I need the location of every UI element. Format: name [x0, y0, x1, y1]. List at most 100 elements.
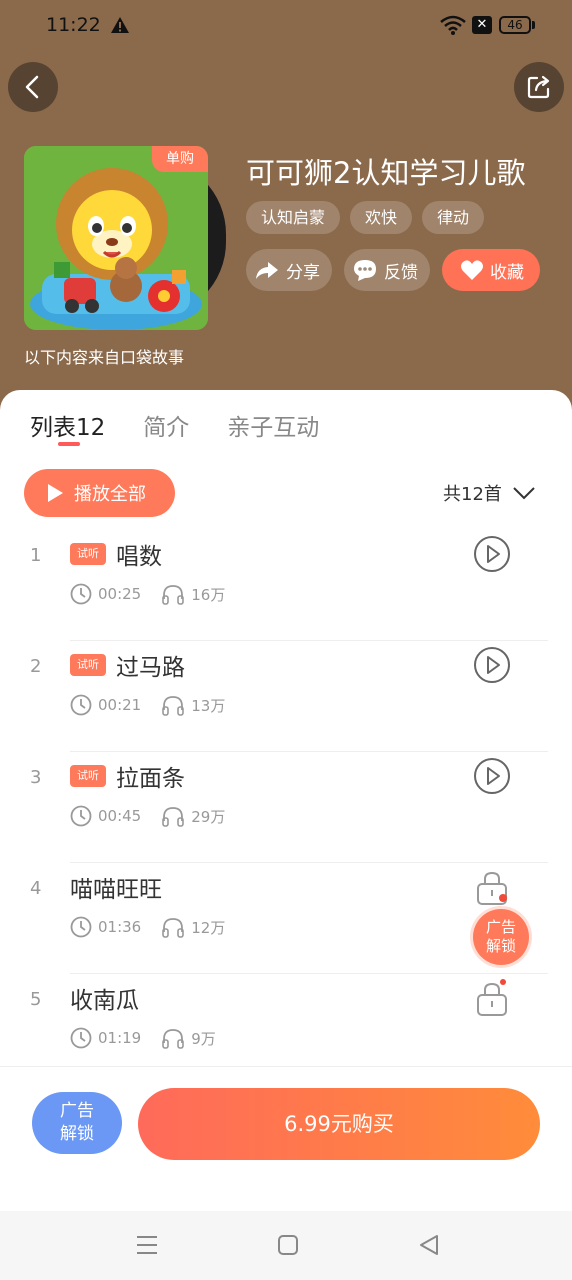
- track-title: 过马路: [116, 655, 185, 681]
- tag-chip[interactable]: 律动: [422, 201, 485, 234]
- track-plays: 12万: [191, 918, 226, 937]
- battery-indicator: 46: [499, 16, 531, 34]
- status-bar: 11:22 ✕ 46: [0, 0, 572, 50]
- row-divider: [70, 640, 548, 641]
- system-nav-bar: [0, 1211, 572, 1280]
- clock-icon: [70, 583, 92, 605]
- feedback-label: 反馈: [384, 262, 418, 283]
- lion-cartoon-image: [24, 146, 208, 330]
- purchase-panel: 广告 解锁 6.99元购买: [0, 1066, 572, 1211]
- track-plays: 16万: [191, 585, 226, 604]
- trial-badge: 试听: [70, 765, 106, 787]
- float-ad-line2: 解锁: [485, 937, 516, 955]
- ad-unlock-line1: 广告: [60, 1101, 94, 1121]
- single-purchase-badge: 单购: [152, 146, 208, 172]
- headphones-icon: [162, 1029, 185, 1049]
- track-duration: 00:21: [98, 696, 142, 714]
- track-row[interactable]: 3 试听 拉面条 00:45 29万: [0, 753, 572, 863]
- track-plays: 29万: [191, 807, 226, 826]
- battery-tip: [532, 21, 535, 29]
- album-cover: [24, 146, 208, 330]
- share-arrow-icon: [256, 262, 278, 279]
- tab-intro[interactable]: 简介: [143, 408, 189, 442]
- row-divider: [70, 973, 548, 974]
- sim-icon: ✕: [472, 16, 492, 34]
- track-number: 4: [30, 878, 42, 899]
- clock-icon: [70, 694, 92, 716]
- track-meta: 00:25 16万: [70, 583, 245, 605]
- back-icon: [25, 75, 39, 99]
- play-triangle-icon: [48, 484, 63, 502]
- clock-icon: [70, 1027, 92, 1049]
- headphones-icon: [162, 918, 185, 938]
- track-number: 5: [30, 989, 42, 1010]
- track-meta: 00:21 13万: [70, 694, 245, 716]
- tag-chip[interactable]: 欢快: [350, 201, 413, 234]
- track-title: 拉面条: [116, 766, 185, 792]
- wifi-icon: [440, 15, 466, 35]
- favorite-label: 收藏: [490, 262, 524, 283]
- ad-unlock-line2: 解锁: [60, 1124, 94, 1144]
- share-label: 分享: [286, 262, 320, 283]
- track-meta: 00:45 29万: [70, 805, 245, 827]
- album-actions: 分享 反馈 收藏: [246, 249, 540, 291]
- trial-badge: 试听: [70, 543, 106, 565]
- lock-icon[interactable]: [473, 868, 511, 906]
- menu-icon[interactable]: [135, 1233, 159, 1257]
- favorite-button[interactable]: 收藏: [442, 249, 540, 291]
- track-duration: 00:45: [98, 807, 142, 825]
- tab-parent-child[interactable]: 亲子互动: [227, 408, 319, 442]
- track-plays: 9万: [191, 1029, 216, 1048]
- tab-active-indicator: [58, 442, 80, 446]
- track-duration: 00:25: [98, 585, 142, 603]
- album-title: 可可狮2认知学习儿歌: [246, 156, 526, 190]
- tag-list: 认知启蒙 欢快 律动: [246, 201, 485, 234]
- home-square-icon[interactable]: [276, 1233, 300, 1257]
- track-number: 2: [30, 656, 42, 677]
- track-duration: 01:36: [98, 918, 142, 936]
- share-out-icon: [527, 75, 550, 99]
- play-circle-icon[interactable]: [473, 757, 511, 795]
- track-count: 共12首: [443, 484, 502, 505]
- float-ad-line1: 广告: [485, 918, 516, 936]
- play-circle-icon[interactable]: [473, 535, 511, 573]
- chevron-down-icon: [513, 487, 535, 500]
- track-row[interactable]: 1 试听 唱数 00:25 16万: [0, 531, 572, 641]
- track-count-selector[interactable]: 共12首: [443, 480, 536, 506]
- back-triangle-icon[interactable]: [417, 1233, 441, 1257]
- share-top-button[interactable]: [514, 62, 564, 112]
- clock-icon: [70, 805, 92, 827]
- feedback-icon: [354, 260, 376, 281]
- tag-chip[interactable]: 认知启蒙: [246, 201, 341, 234]
- clock-icon: [70, 916, 92, 938]
- headphones-icon: [162, 696, 185, 716]
- buy-button[interactable]: 6.99元购买: [138, 1088, 540, 1160]
- track-duration: 01:19: [98, 1029, 142, 1047]
- headphones-icon: [162, 585, 185, 605]
- row-divider: [70, 751, 548, 752]
- content-source-text: 以下内容来自口袋故事: [24, 348, 185, 367]
- play-circle-icon[interactable]: [473, 646, 511, 684]
- play-all-label: 播放全部: [74, 484, 146, 505]
- track-row[interactable]: 2 试听 过马路 00:21 13万: [0, 642, 572, 752]
- track-title: 喵喵旺旺: [70, 877, 162, 903]
- play-all-button[interactable]: 播放全部: [24, 469, 175, 517]
- headphones-icon: [162, 807, 185, 827]
- track-number: 1: [30, 545, 42, 566]
- track-meta: 01:36 12万: [70, 916, 245, 938]
- lock-icon[interactable]: [473, 979, 511, 1017]
- feedback-button[interactable]: 反馈: [344, 249, 430, 291]
- track-title: 收南瓜: [70, 988, 139, 1014]
- track-plays: 13万: [191, 696, 226, 715]
- ad-unlock-button[interactable]: 广告 解锁: [32, 1092, 122, 1154]
- back-button[interactable]: [8, 62, 58, 112]
- tab-list[interactable]: 列表12: [30, 408, 105, 442]
- status-time: 11:22: [46, 14, 101, 36]
- track-meta: 01:19 9万: [70, 1027, 236, 1049]
- heart-icon: [461, 260, 483, 280]
- trial-badge: 试听: [70, 654, 106, 676]
- share-button[interactable]: 分享: [246, 249, 332, 291]
- track-title: 唱数: [116, 544, 162, 570]
- warning-icon: [111, 17, 129, 33]
- floating-ad-unlock-button[interactable]: 广告 解锁: [473, 909, 529, 965]
